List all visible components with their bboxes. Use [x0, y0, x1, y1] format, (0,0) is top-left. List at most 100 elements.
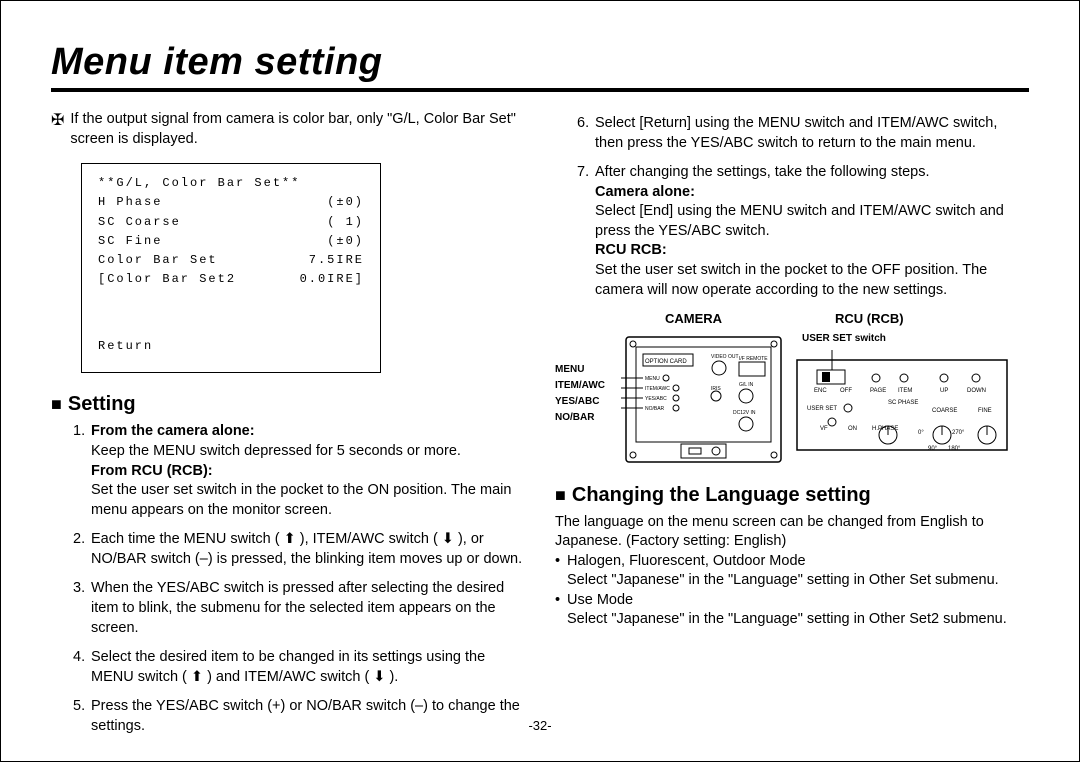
- item-text: Each time the MENU switch ( ⬆ ), ITEM/AW…: [91, 530, 525, 569]
- svg-text:90°: 90°: [928, 446, 938, 452]
- bullet-title: Halogen, Fluorescent, Outdoor Mode: [567, 553, 806, 569]
- svg-text:SC PHASE: SC PHASE: [888, 400, 918, 406]
- camera-alone-text: Select [End] using the MENU switch and I…: [595, 203, 1004, 239]
- list-item: 7. After changing the settings, take the…: [577, 163, 1029, 300]
- note-text: If the output signal from camera is colo…: [70, 110, 525, 149]
- list-item: 1. From the camera alone: Keep the MENU …: [73, 422, 525, 520]
- item-number: 4.: [73, 648, 91, 687]
- item-text: Press the YES/ABC switch (+) or NO/BAR s…: [91, 697, 525, 736]
- step7-intro: After changing the settings, take the fo…: [595, 164, 930, 180]
- bullet-icon: •: [555, 552, 567, 591]
- svg-text:OPTION CARD: OPTION CARD: [645, 359, 687, 365]
- screen-row-value: ( 1): [327, 213, 364, 232]
- item-number: 7.: [577, 163, 595, 300]
- list-item: 3. When the YES/ABC switch is pressed af…: [73, 579, 525, 638]
- userset-label: USER SET switch: [802, 332, 1012, 346]
- rcu-rcb-text: Set the user set switch in the pocket to…: [595, 262, 987, 298]
- screen-row-value: 7.5IRE: [309, 251, 364, 270]
- list-item: 6. Select [Return] using the MENU switch…: [577, 114, 1029, 153]
- diagram-row: MENU ITEM/AWC YES/ABC NO/BAR OPTION CARD…: [555, 332, 1029, 472]
- item-number: 3.: [73, 579, 91, 638]
- from-rcu-label: From RCU (RCB):: [91, 463, 213, 479]
- maltese-icon: ✠: [51, 110, 64, 132]
- screen-row-label: [Color Bar Set2: [98, 270, 236, 289]
- screen-return: Return: [98, 337, 364, 356]
- right-column: 6. Select [Return] using the MENU switch…: [555, 110, 1029, 746]
- square-bullet-icon: ■: [51, 394, 62, 414]
- svg-text:OFF: OFF: [840, 388, 852, 394]
- item-text: When the YES/ABC switch is pressed after…: [91, 579, 525, 638]
- item-number: 6.: [577, 114, 595, 153]
- screen-row-label: SC Coarse: [98, 213, 181, 232]
- screen-display-box: **G/L, Color Bar Set** H Phase (±0) SC Co…: [81, 163, 381, 373]
- item-number: 5.: [73, 697, 91, 736]
- svg-text:YES/ABC: YES/ABC: [645, 396, 667, 402]
- svg-text:DOWN: DOWN: [967, 388, 986, 394]
- item-number: 1.: [73, 422, 91, 520]
- rcu-diagram-icon: ENC OFF PAGE ITEM UP DOWN USER SET SC: [792, 345, 1012, 465]
- camera-alone-label: Camera alone:: [595, 184, 695, 200]
- rcu-rcb-label: RCU RCB:: [595, 242, 667, 258]
- svg-text:ENC: ENC: [814, 388, 827, 394]
- svg-text:DC12V IN: DC12V IN: [733, 410, 756, 416]
- bullet-text: Select "Japanese" in the "Language" sett…: [567, 572, 999, 588]
- setting-list-continued: 6. Select [Return] using the MENU switch…: [555, 114, 1029, 300]
- square-bullet-icon: ■: [555, 485, 566, 505]
- svg-text:180°: 180°: [948, 446, 961, 452]
- page-number: -32-: [528, 718, 551, 733]
- list-item: 5. Press the YES/ABC switch (+) or NO/BA…: [73, 697, 525, 736]
- camera-label: CAMERA: [665, 310, 755, 328]
- svg-text:USER SET: USER SET: [807, 406, 837, 412]
- list-item: 4. Select the desired item to be changed…: [73, 648, 525, 687]
- svg-text:G/L IN: G/L IN: [739, 382, 754, 388]
- page-title: Menu item setting: [51, 41, 1029, 92]
- item-text: Select [Return] using the MENU switch an…: [595, 114, 1029, 153]
- manual-page: Menu item setting ✠ If the output signal…: [0, 0, 1080, 762]
- bullet-item: • Use Mode Select "Japanese" in the "Lan…: [555, 591, 1029, 630]
- svg-text:ITEM: ITEM: [898, 388, 912, 394]
- svg-text:PAGE: PAGE: [870, 388, 886, 394]
- svg-text:VIDEO OUT: VIDEO OUT: [711, 354, 739, 360]
- screen-row-value: (±0): [327, 232, 364, 251]
- screen-row-value: (±0): [327, 193, 364, 212]
- setting-heading: ■Setting: [51, 391, 525, 418]
- bullet-title: Use Mode: [567, 592, 633, 608]
- svg-text:IRIS: IRIS: [711, 386, 721, 392]
- camera-alone-label: From the camera alone:: [91, 423, 255, 439]
- svg-text:COARSE: COARSE: [932, 408, 957, 414]
- screen-row-label: H Phase: [98, 193, 162, 212]
- bullet-text: Select "Japanese" in the "Language" sett…: [567, 611, 1007, 627]
- two-columns: ✠ If the output signal from camera is co…: [51, 110, 1029, 746]
- svg-text:ON: ON: [848, 426, 857, 432]
- from-rcu-text: Set the user set switch in the pocket to…: [91, 482, 511, 518]
- bullet-item: • Halogen, Fluorescent, Outdoor Mode Sel…: [555, 552, 1029, 591]
- camera-diagram-icon: OPTION CARD VIDEO OUT I/F REMOTE MENU IT…: [621, 332, 786, 467]
- item-number: 2.: [73, 530, 91, 569]
- svg-text:I/F REMOTE: I/F REMOTE: [739, 356, 768, 362]
- rcu-diagram-wrap: USER SET switch ENC OFF PAGE ITEM UP DOW…: [792, 332, 1012, 472]
- list-item: 2. Each time the MENU switch ( ⬆ ), ITEM…: [73, 530, 525, 569]
- no-bar-label: NO/BAR: [555, 410, 615, 426]
- item-awc-label: ITEM/AWC: [555, 378, 615, 394]
- screen-row-value: 0.0IRE]: [300, 270, 364, 289]
- language-intro: The language on the menu screen can be c…: [555, 513, 1029, 552]
- screen-header: **G/L, Color Bar Set**: [98, 174, 364, 193]
- screen-row-label: Color Bar Set: [98, 251, 218, 270]
- left-column: ✠ If the output signal from camera is co…: [51, 110, 525, 746]
- svg-text:270°: 270°: [952, 430, 965, 436]
- diagram-labels: CAMERA RCU (RCB): [555, 310, 1029, 328]
- svg-text:0°: 0°: [918, 430, 924, 436]
- camera-alone-text: Keep the MENU switch depressed for 5 sec…: [91, 443, 461, 459]
- yes-abc-label: YES/ABC: [555, 394, 615, 410]
- switch-labels: MENU ITEM/AWC YES/ABC NO/BAR: [555, 362, 615, 426]
- bullet-icon: •: [555, 591, 567, 630]
- svg-text:UP: UP: [940, 388, 948, 394]
- language-heading: ■Changing the Language setting: [555, 482, 1029, 509]
- svg-text:ITEM/AWC: ITEM/AWC: [645, 386, 670, 392]
- setting-list: 1. From the camera alone: Keep the MENU …: [51, 422, 525, 736]
- item-text: Select the desired item to be changed in…: [91, 648, 525, 687]
- rcu-label: RCU (RCB): [835, 310, 904, 328]
- svg-text:NO/BAR: NO/BAR: [645, 406, 665, 412]
- svg-text:VF: VF: [820, 426, 828, 432]
- note-row: ✠ If the output signal from camera is co…: [51, 110, 525, 149]
